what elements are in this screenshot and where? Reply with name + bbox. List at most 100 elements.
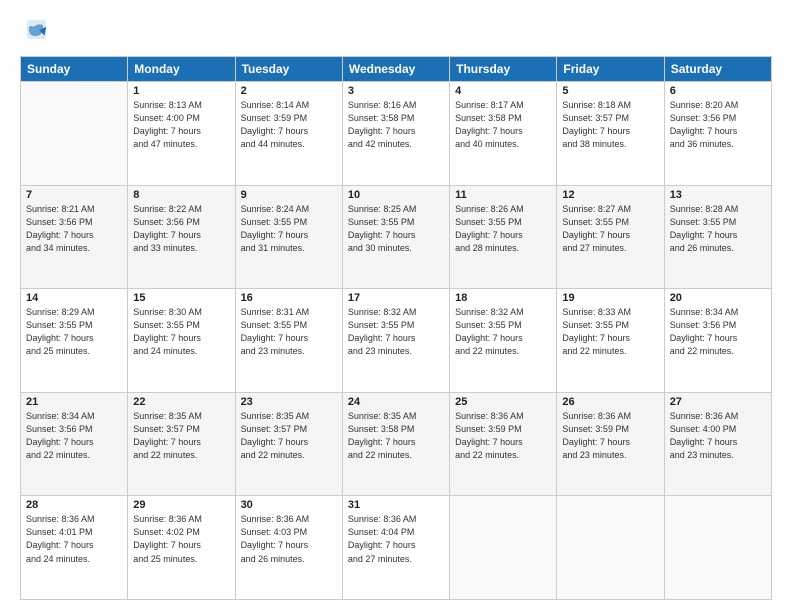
day-info: Sunrise: 8:30 AMSunset: 3:55 PMDaylight:… [133,306,229,358]
day-number: 11 [455,189,551,201]
calendar-cell: 14Sunrise: 8:29 AMSunset: 3:55 PMDayligh… [21,289,128,393]
calendar-week-row: 28 Sunrise: 8:36 AMSunset: 4:01 PMDayligh… [21,496,772,600]
calendar-week-row: 14Sunrise: 8:29 AMSunset: 3:55 PMDayligh… [21,289,772,393]
day-number: 12 [562,189,658,201]
day-number: 23 [241,396,337,408]
day-number: 7 [26,189,122,201]
calendar-cell: 16Sunrise: 8:31 AMSunset: 3:55 PMDayligh… [235,289,342,393]
day-info: Sunrise: 8:34 AMSunset: 3:56 PMDaylight:… [26,410,122,462]
day-number: 19 [562,292,658,304]
calendar-body: 1 Sunrise: 8:13 AMSunset: 4:00 PMDaylight… [21,82,772,600]
day-info: Sunrise: 8:36 AMSunset: 4:02 PMDaylight:… [133,513,229,565]
day-info: Sunrise: 8:36 AMSunset: 4:00 PMDaylight:… [670,410,766,462]
day-info: Sunrise: 8:32 AMSunset: 3:55 PMDaylight:… [455,306,551,358]
day-info: Sunrise: 8:35 AMSunset: 3:58 PMDaylight:… [348,410,444,462]
day-number: 26 [562,396,658,408]
calendar-cell: 12Sunrise: 8:27 AMSunset: 3:55 PMDayligh… [557,185,664,289]
day-info: Sunrise: 8:20 AMSunset: 3:56 PMDaylight:… [670,99,766,151]
day-number: 20 [670,292,766,304]
calendar-cell: 10Sunrise: 8:25 AMSunset: 3:55 PMDayligh… [342,185,449,289]
calendar-week-row: 7 Sunrise: 8:21 AMSunset: 3:56 PMDaylight… [21,185,772,289]
calendar-cell: 15Sunrise: 8:30 AMSunset: 3:55 PMDayligh… [128,289,235,393]
calendar-cell: 8Sunrise: 8:22 AMSunset: 3:56 PMDaylight… [128,185,235,289]
day-info: Sunrise: 8:34 AMSunset: 3:56 PMDaylight:… [670,306,766,358]
weekday-header: Monday [128,57,235,82]
calendar-week-row: 1 Sunrise: 8:13 AMSunset: 4:00 PMDaylight… [21,82,772,186]
day-info: Sunrise: 8:18 AMSunset: 3:57 PMDaylight:… [562,99,658,151]
day-number: 30 [241,499,337,511]
calendar-cell: 27 Sunrise: 8:36 AMSunset: 4:00 PMDayligh… [664,392,771,496]
day-number: 22 [133,396,229,408]
calendar-cell: 26 Sunrise: 8:36 AMSunset: 3:59 PMDayligh… [557,392,664,496]
day-info: Sunrise: 8:35 AMSunset: 3:57 PMDaylight:… [241,410,337,462]
calendar-cell: 4Sunrise: 8:17 AMSunset: 3:58 PMDaylight… [450,82,557,186]
day-info: Sunrise: 8:32 AMSunset: 3:55 PMDaylight:… [348,306,444,358]
calendar-cell: 21 Sunrise: 8:34 AMSunset: 3:56 PMDayligh… [21,392,128,496]
day-info: Sunrise: 8:36 AMSunset: 4:04 PMDaylight:… [348,513,444,565]
day-number: 27 [670,396,766,408]
logo-icon [20,18,48,46]
calendar-cell: 3 Sunrise: 8:16 AMSunset: 3:58 PMDaylight… [342,82,449,186]
day-number: 5 [562,85,658,97]
day-info: Sunrise: 8:26 AMSunset: 3:55 PMDaylight:… [455,203,551,255]
weekday-header: Tuesday [235,57,342,82]
day-info: Sunrise: 8:13 AMSunset: 4:00 PMDaylight:… [133,99,229,151]
day-info: Sunrise: 8:16 AMSunset: 3:58 PMDaylight:… [348,99,444,151]
calendar-cell: 5 Sunrise: 8:18 AMSunset: 3:57 PMDaylight… [557,82,664,186]
day-info: Sunrise: 8:35 AMSunset: 3:57 PMDaylight:… [133,410,229,462]
calendar-cell: 13 Sunrise: 8:28 AMSunset: 3:55 PMDayligh… [664,185,771,289]
day-info: Sunrise: 8:21 AMSunset: 3:56 PMDaylight:… [26,203,122,255]
day-info: Sunrise: 8:31 AMSunset: 3:55 PMDaylight:… [241,306,337,358]
weekday-row: SundayMondayTuesdayWednesdayThursdayFrid… [21,57,772,82]
day-info: Sunrise: 8:36 AMSunset: 3:59 PMDaylight:… [562,410,658,462]
calendar-cell: 9Sunrise: 8:24 AMSunset: 3:55 PMDaylight… [235,185,342,289]
calendar-cell: 23 Sunrise: 8:35 AMSunset: 3:57 PMDayligh… [235,392,342,496]
calendar-cell: 17Sunrise: 8:32 AMSunset: 3:55 PMDayligh… [342,289,449,393]
calendar-header: SundayMondayTuesdayWednesdayThursdayFrid… [21,57,772,82]
day-info: Sunrise: 8:14 AMSunset: 3:59 PMDaylight:… [241,99,337,151]
calendar-cell [450,496,557,600]
calendar-cell: 19Sunrise: 8:33 AMSunset: 3:55 PMDayligh… [557,289,664,393]
calendar-cell: 11 Sunrise: 8:26 AMSunset: 3:55 PMDayligh… [450,185,557,289]
calendar-cell [664,496,771,600]
day-info: Sunrise: 8:36 AMSunset: 4:03 PMDaylight:… [241,513,337,565]
day-info: Sunrise: 8:36 AMSunset: 4:01 PMDaylight:… [26,513,122,565]
calendar-cell: 31 Sunrise: 8:36 AMSunset: 4:04 PMDayligh… [342,496,449,600]
weekday-header: Friday [557,57,664,82]
day-number: 21 [26,396,122,408]
day-number: 28 [26,499,122,511]
day-number: 25 [455,396,551,408]
day-info: Sunrise: 8:22 AMSunset: 3:56 PMDaylight:… [133,203,229,255]
day-number: 24 [348,396,444,408]
day-number: 2 [241,85,337,97]
day-number: 1 [133,85,229,97]
weekday-header: Sunday [21,57,128,82]
logo [20,18,52,46]
calendar-cell: 22 Sunrise: 8:35 AMSunset: 3:57 PMDayligh… [128,392,235,496]
day-number: 10 [348,189,444,201]
day-number: 13 [670,189,766,201]
calendar-cell: 24 Sunrise: 8:35 AMSunset: 3:58 PMDayligh… [342,392,449,496]
page: SundayMondayTuesdayWednesdayThursdayFrid… [0,0,792,612]
day-info: Sunrise: 8:29 AMSunset: 3:55 PMDaylight:… [26,306,122,358]
day-info: Sunrise: 8:36 AMSunset: 3:59 PMDaylight:… [455,410,551,462]
header [20,18,772,46]
weekday-header: Saturday [664,57,771,82]
calendar-cell [21,82,128,186]
day-number: 18 [455,292,551,304]
calendar-cell: 20 Sunrise: 8:34 AMSunset: 3:56 PMDayligh… [664,289,771,393]
calendar-cell: 6Sunrise: 8:20 AMSunset: 3:56 PMDaylight… [664,82,771,186]
calendar-cell [557,496,664,600]
day-number: 3 [348,85,444,97]
day-info: Sunrise: 8:24 AMSunset: 3:55 PMDaylight:… [241,203,337,255]
calendar-cell: 2 Sunrise: 8:14 AMSunset: 3:59 PMDaylight… [235,82,342,186]
calendar-cell: 7 Sunrise: 8:21 AMSunset: 3:56 PMDaylight… [21,185,128,289]
day-number: 31 [348,499,444,511]
calendar-cell: 18 Sunrise: 8:32 AMSunset: 3:55 PMDayligh… [450,289,557,393]
calendar-cell: 28 Sunrise: 8:36 AMSunset: 4:01 PMDayligh… [21,496,128,600]
weekday-header: Thursday [450,57,557,82]
day-info: Sunrise: 8:28 AMSunset: 3:55 PMDaylight:… [670,203,766,255]
calendar-cell: 30 Sunrise: 8:36 AMSunset: 4:03 PMDayligh… [235,496,342,600]
day-number: 29 [133,499,229,511]
calendar-cell: 1 Sunrise: 8:13 AMSunset: 4:00 PMDaylight… [128,82,235,186]
